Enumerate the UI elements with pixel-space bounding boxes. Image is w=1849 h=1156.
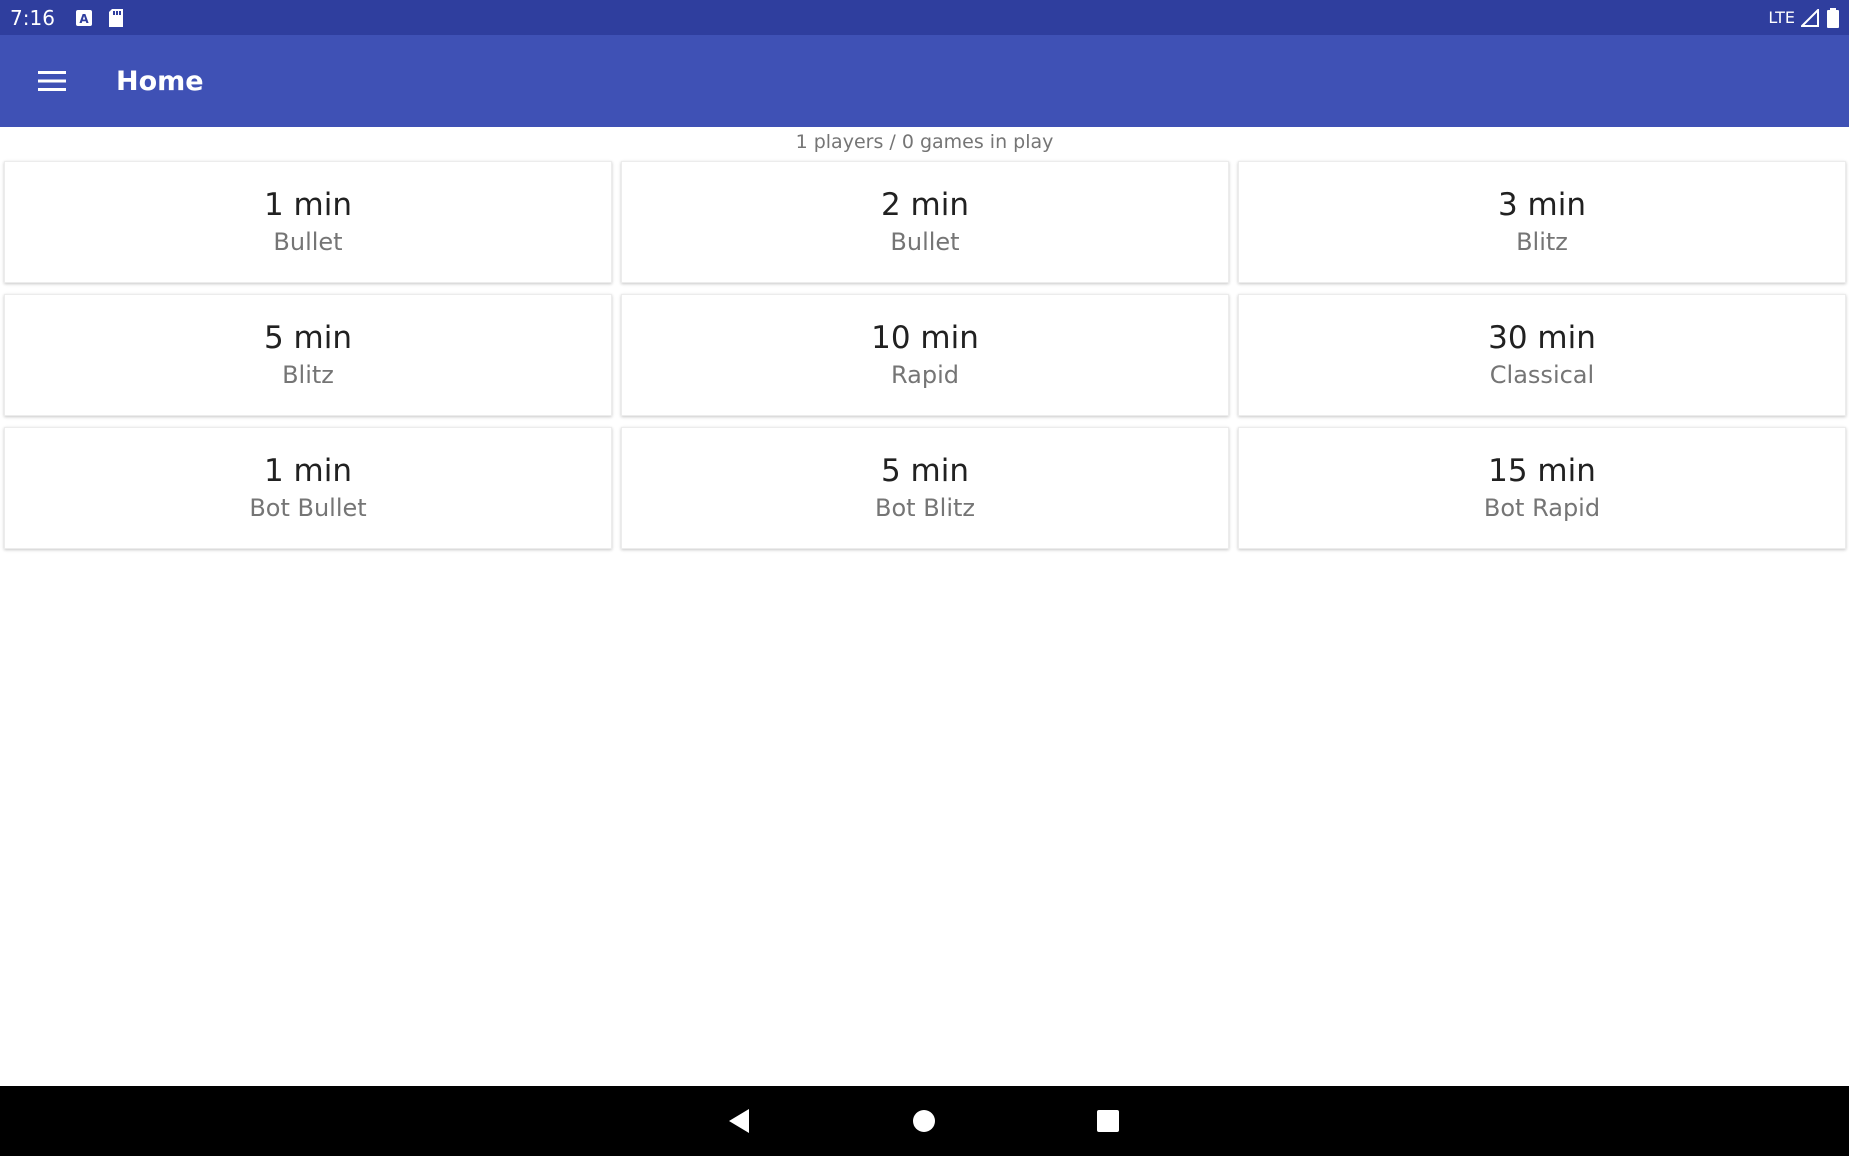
- home-icon: [913, 1110, 935, 1132]
- tile-type: Rapid: [891, 361, 959, 389]
- players-games-status: 1 players / 0 games in play: [795, 131, 1054, 153]
- game-mode-tile[interactable]: 1 min Bullet: [4, 161, 612, 283]
- tile-time: 1 min: [263, 187, 353, 223]
- tile-type: Classical: [1489, 361, 1595, 389]
- system-nav-bar: [0, 1086, 1849, 1156]
- menu-button[interactable]: [0, 35, 104, 127]
- tile-time: 10 min: [871, 320, 979, 356]
- back-icon: [729, 1109, 749, 1133]
- game-mode-tile[interactable]: 2 min Bullet: [621, 161, 1229, 283]
- svg-text:A: A: [79, 12, 89, 26]
- tile-time: 3 min: [1497, 187, 1587, 223]
- recents-icon: [1097, 1110, 1119, 1132]
- tile-time: 2 min: [880, 187, 970, 223]
- game-mode-grid: 1 min Bullet 2 min Bullet 3 min Blitz 5 …: [4, 161, 1846, 549]
- hamburger-menu-icon: [38, 71, 66, 91]
- tile-type: Blitz: [282, 361, 334, 389]
- game-mode-tile[interactable]: 1 min Bot Bullet: [4, 427, 612, 549]
- game-mode-tile[interactable]: 5 min Bot Blitz: [621, 427, 1229, 549]
- tile-type: Bullet: [890, 228, 960, 256]
- tile-time: 5 min: [880, 453, 970, 489]
- page-title: Home: [116, 65, 204, 97]
- app-bar: Home: [0, 35, 1849, 127]
- home-button[interactable]: [904, 1101, 944, 1141]
- tile-time: 30 min: [1488, 320, 1596, 356]
- tile-type: Bot Rapid: [1483, 494, 1601, 522]
- game-mode-tile[interactable]: 15 min Bot Rapid: [1238, 427, 1846, 549]
- tile-type: Blitz: [1516, 228, 1568, 256]
- tile-type: Bot Blitz: [875, 494, 975, 522]
- recents-button[interactable]: [1088, 1101, 1128, 1141]
- network-type: LTE: [1768, 8, 1795, 27]
- game-mode-tile[interactable]: 10 min Rapid: [621, 294, 1229, 416]
- tile-time: 5 min: [263, 320, 353, 356]
- battery-icon: [1827, 7, 1839, 28]
- tile-time: 15 min: [1488, 453, 1596, 489]
- signal-icon: [1801, 8, 1819, 27]
- game-mode-tile[interactable]: 3 min Blitz: [1238, 161, 1846, 283]
- status-bar: 7:16 A LTE: [0, 0, 1849, 35]
- tile-time: 1 min: [263, 453, 353, 489]
- tile-type: Bullet: [273, 228, 343, 256]
- back-button[interactable]: [719, 1101, 759, 1141]
- status-time: 7:16: [10, 5, 55, 30]
- tile-type: Bot Bullet: [249, 494, 367, 522]
- keyboard-a-icon: A: [75, 9, 93, 27]
- sd-card-icon: [107, 8, 125, 28]
- game-mode-tile[interactable]: 5 min Blitz: [4, 294, 612, 416]
- game-mode-tile[interactable]: 30 min Classical: [1238, 294, 1846, 416]
